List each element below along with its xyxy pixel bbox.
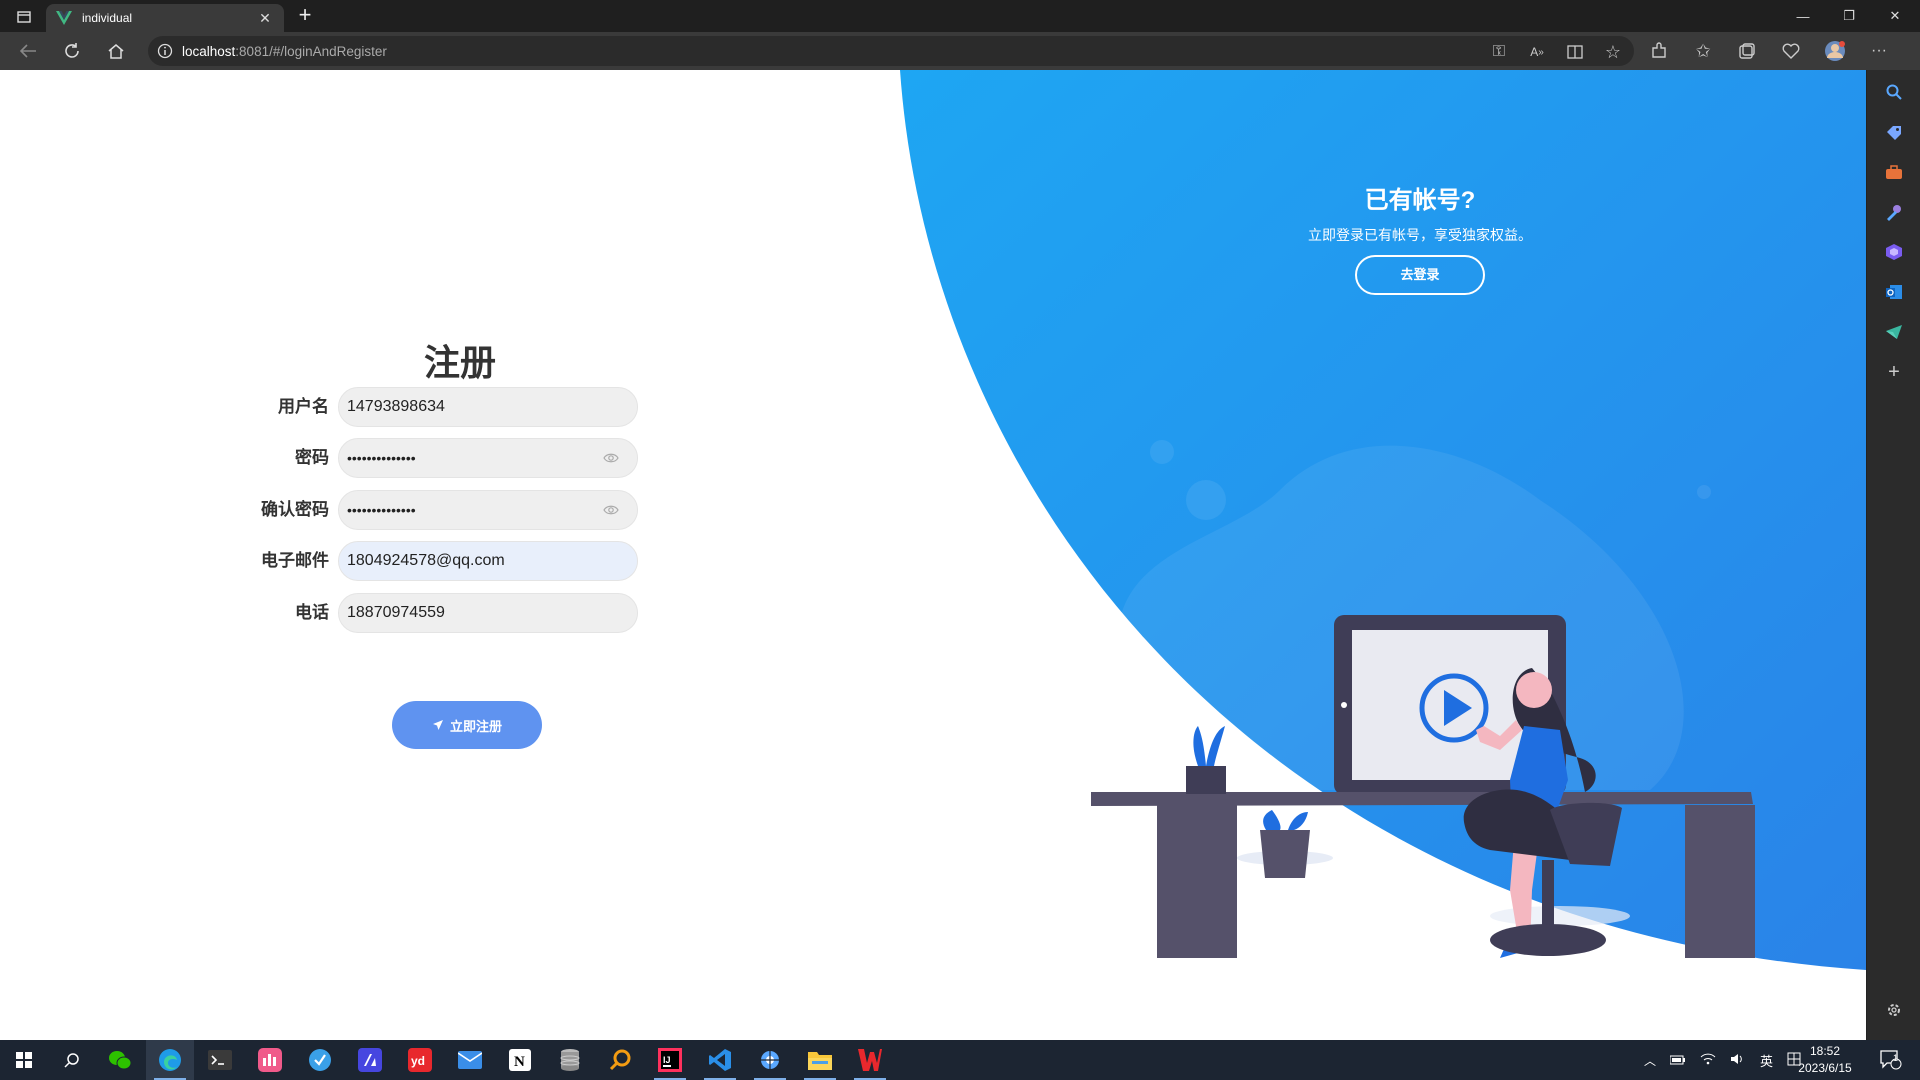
more-menu-icon[interactable]: ··· (1868, 40, 1890, 62)
file-explorer-icon[interactable] (796, 1040, 844, 1080)
back-button[interactable] (12, 36, 44, 66)
form-row-confirm-password: 确认密码 •••••••••••••• (0, 490, 638, 530)
username-input[interactable]: 14793898634 (338, 387, 638, 427)
wechat-icon[interactable] (96, 1040, 144, 1080)
svg-text:yd: yd (411, 1054, 425, 1068)
clock-time: 18:52 (1809, 1044, 1841, 1058)
browser-tab[interactable]: individual ✕ (46, 4, 284, 32)
tab-title: individual (82, 11, 133, 25)
page-viewport: 已有帐号? 立即登录已有帐号，享受独家权益。 去登录 注册 用户名 147938… (0, 70, 1866, 1040)
youdao-icon[interactable]: yd (396, 1040, 444, 1080)
desk-illustration (1091, 615, 1755, 958)
wifi-icon[interactable] (1700, 1053, 1716, 1068)
favorite-star-icon[interactable]: ☆ (1602, 41, 1624, 63)
phone-label: 电话 (295, 603, 329, 622)
sidebar-add-icon[interactable]: + (1884, 361, 1904, 383)
login-description: 立即登录已有帐号，享受独家权益。 (1308, 227, 1532, 243)
sidebar-games-icon[interactable] (1884, 202, 1904, 222)
split-screen-icon[interactable] (1564, 41, 1586, 63)
volume-icon[interactable] (1730, 1053, 1746, 1068)
confirm-password-input[interactable]: •••••••••••••• (338, 490, 638, 530)
form-row-username: 用户名 14793898634 (0, 387, 638, 427)
vscode-icon[interactable] (696, 1040, 744, 1080)
favorites-icon[interactable]: ✩ (1692, 40, 1714, 62)
svg-text:IJ: IJ (663, 1055, 671, 1065)
start-button[interactable] (0, 1040, 48, 1080)
windows-taskbar: yd N IJ ︿ 英 18:52 2023/6/15 1 (0, 1040, 1920, 1080)
paper-plane-icon (432, 720, 443, 730)
system-tray: ︿ 英 (1644, 1040, 1801, 1080)
address-bar[interactable]: localhost:8081/#/loginAndRegister ⚿ A» ☆ (148, 36, 1634, 66)
read-aloud-icon[interactable]: A» (1526, 41, 1548, 63)
browser-toolbar: localhost:8081/#/loginAndRegister ⚿ A» ☆… (0, 32, 1920, 70)
refresh-button[interactable] (56, 36, 88, 66)
password-label: 密码 (295, 448, 329, 467)
minimize-button[interactable]: — (1780, 0, 1826, 32)
sidebar-search-icon[interactable] (1884, 82, 1904, 102)
sidebar-outlook-icon[interactable] (1884, 282, 1904, 302)
battery-icon[interactable] (1669, 1053, 1686, 1068)
username-label: 用户名 (278, 397, 329, 416)
url-text: localhost:8081/#/loginAndRegister (182, 43, 387, 59)
login-heading: 已有帐号? (1364, 187, 1476, 214)
email-input[interactable]: 1804924578@qq.com (338, 541, 638, 581)
network-tool-icon[interactable] (746, 1040, 794, 1080)
sidebar-office-icon[interactable] (1884, 242, 1904, 262)
sidebar-settings-icon[interactable] (1884, 1000, 1904, 1020)
taskbar-search-icon[interactable] (48, 1040, 96, 1080)
tray-overflow-icon[interactable]: ︿ (1644, 1052, 1656, 1069)
go-login-button[interactable]: 去登录 (1355, 255, 1485, 295)
key-icon[interactable]: ⚿ (1488, 41, 1510, 63)
terminal-icon[interactable] (196, 1040, 244, 1080)
site-info-icon[interactable] (148, 43, 182, 59)
show-password-icon[interactable] (603, 451, 619, 465)
wps-office-icon[interactable] (846, 1040, 894, 1080)
register-submit-label: 立即注册 (449, 718, 502, 734)
vue-logo-icon (56, 10, 72, 26)
edge-taskbar-icon[interactable] (146, 1040, 194, 1080)
form-row-email: 电子邮件 1804924578@qq.com (0, 541, 638, 581)
profile-avatar-icon[interactable] (1824, 40, 1846, 62)
music-app-icon[interactable] (246, 1040, 294, 1080)
register-submit-button[interactable]: 立即注册 (392, 701, 542, 749)
svg-text:N: N (514, 1054, 525, 1070)
form-row-phone: 电话 18870974559 (0, 593, 638, 633)
email-label: 电子邮件 (261, 551, 329, 570)
confirm-password-label: 确认密码 (261, 500, 329, 519)
edge-sidebar: + (1866, 70, 1920, 1040)
sidebar-send-icon[interactable] (1884, 322, 1904, 342)
restore-button[interactable]: ❐ (1826, 0, 1872, 32)
notification-count: 1 (1893, 1053, 1899, 1063)
collections-icon[interactable] (1736, 40, 1758, 62)
database-icon[interactable] (546, 1040, 594, 1080)
browser-essentials-icon[interactable] (1780, 40, 1802, 62)
tab-close-icon[interactable]: ✕ (256, 10, 274, 27)
search-tool-icon[interactable] (596, 1040, 644, 1080)
show-confirm-password-icon[interactable] (603, 503, 619, 517)
tab-actions-icon[interactable] (10, 6, 38, 28)
messenger-app-icon[interactable] (296, 1040, 344, 1080)
form-row-password: 密码 •••••••••••••• (0, 438, 638, 478)
home-button[interactable] (100, 36, 132, 66)
close-window-button[interactable]: ✕ (1872, 0, 1918, 32)
register-title: 注册 (423, 342, 496, 383)
sidebar-tools-icon[interactable] (1884, 162, 1904, 182)
code-app-icon[interactable] (346, 1040, 394, 1080)
intellij-icon[interactable]: IJ (646, 1040, 694, 1080)
sidebar-shopping-icon[interactable] (1884, 122, 1904, 142)
taskbar-clock[interactable]: 18:52 2023/6/15 (1790, 1043, 1860, 1077)
input-method-indicator[interactable]: 英 (1760, 1051, 1773, 1070)
new-tab-button[interactable]: + (292, 4, 318, 28)
phone-input[interactable]: 18870974559 (338, 593, 638, 633)
notification-center-button[interactable]: 1 (1880, 1040, 1902, 1080)
login-prompt-panel: 已有帐号? 立即登录已有帐号，享受独家权益。 去登录 (1260, 180, 1580, 295)
clock-date: 2023/6/15 (1798, 1061, 1852, 1075)
notion-icon[interactable]: N (496, 1040, 544, 1080)
browser-titlebar: individual ✕ + — ❐ ✕ (0, 0, 1920, 32)
password-input[interactable]: •••••••••••••• (338, 438, 638, 478)
extensions-icon[interactable] (1648, 40, 1670, 62)
mail-icon[interactable] (446, 1040, 494, 1080)
